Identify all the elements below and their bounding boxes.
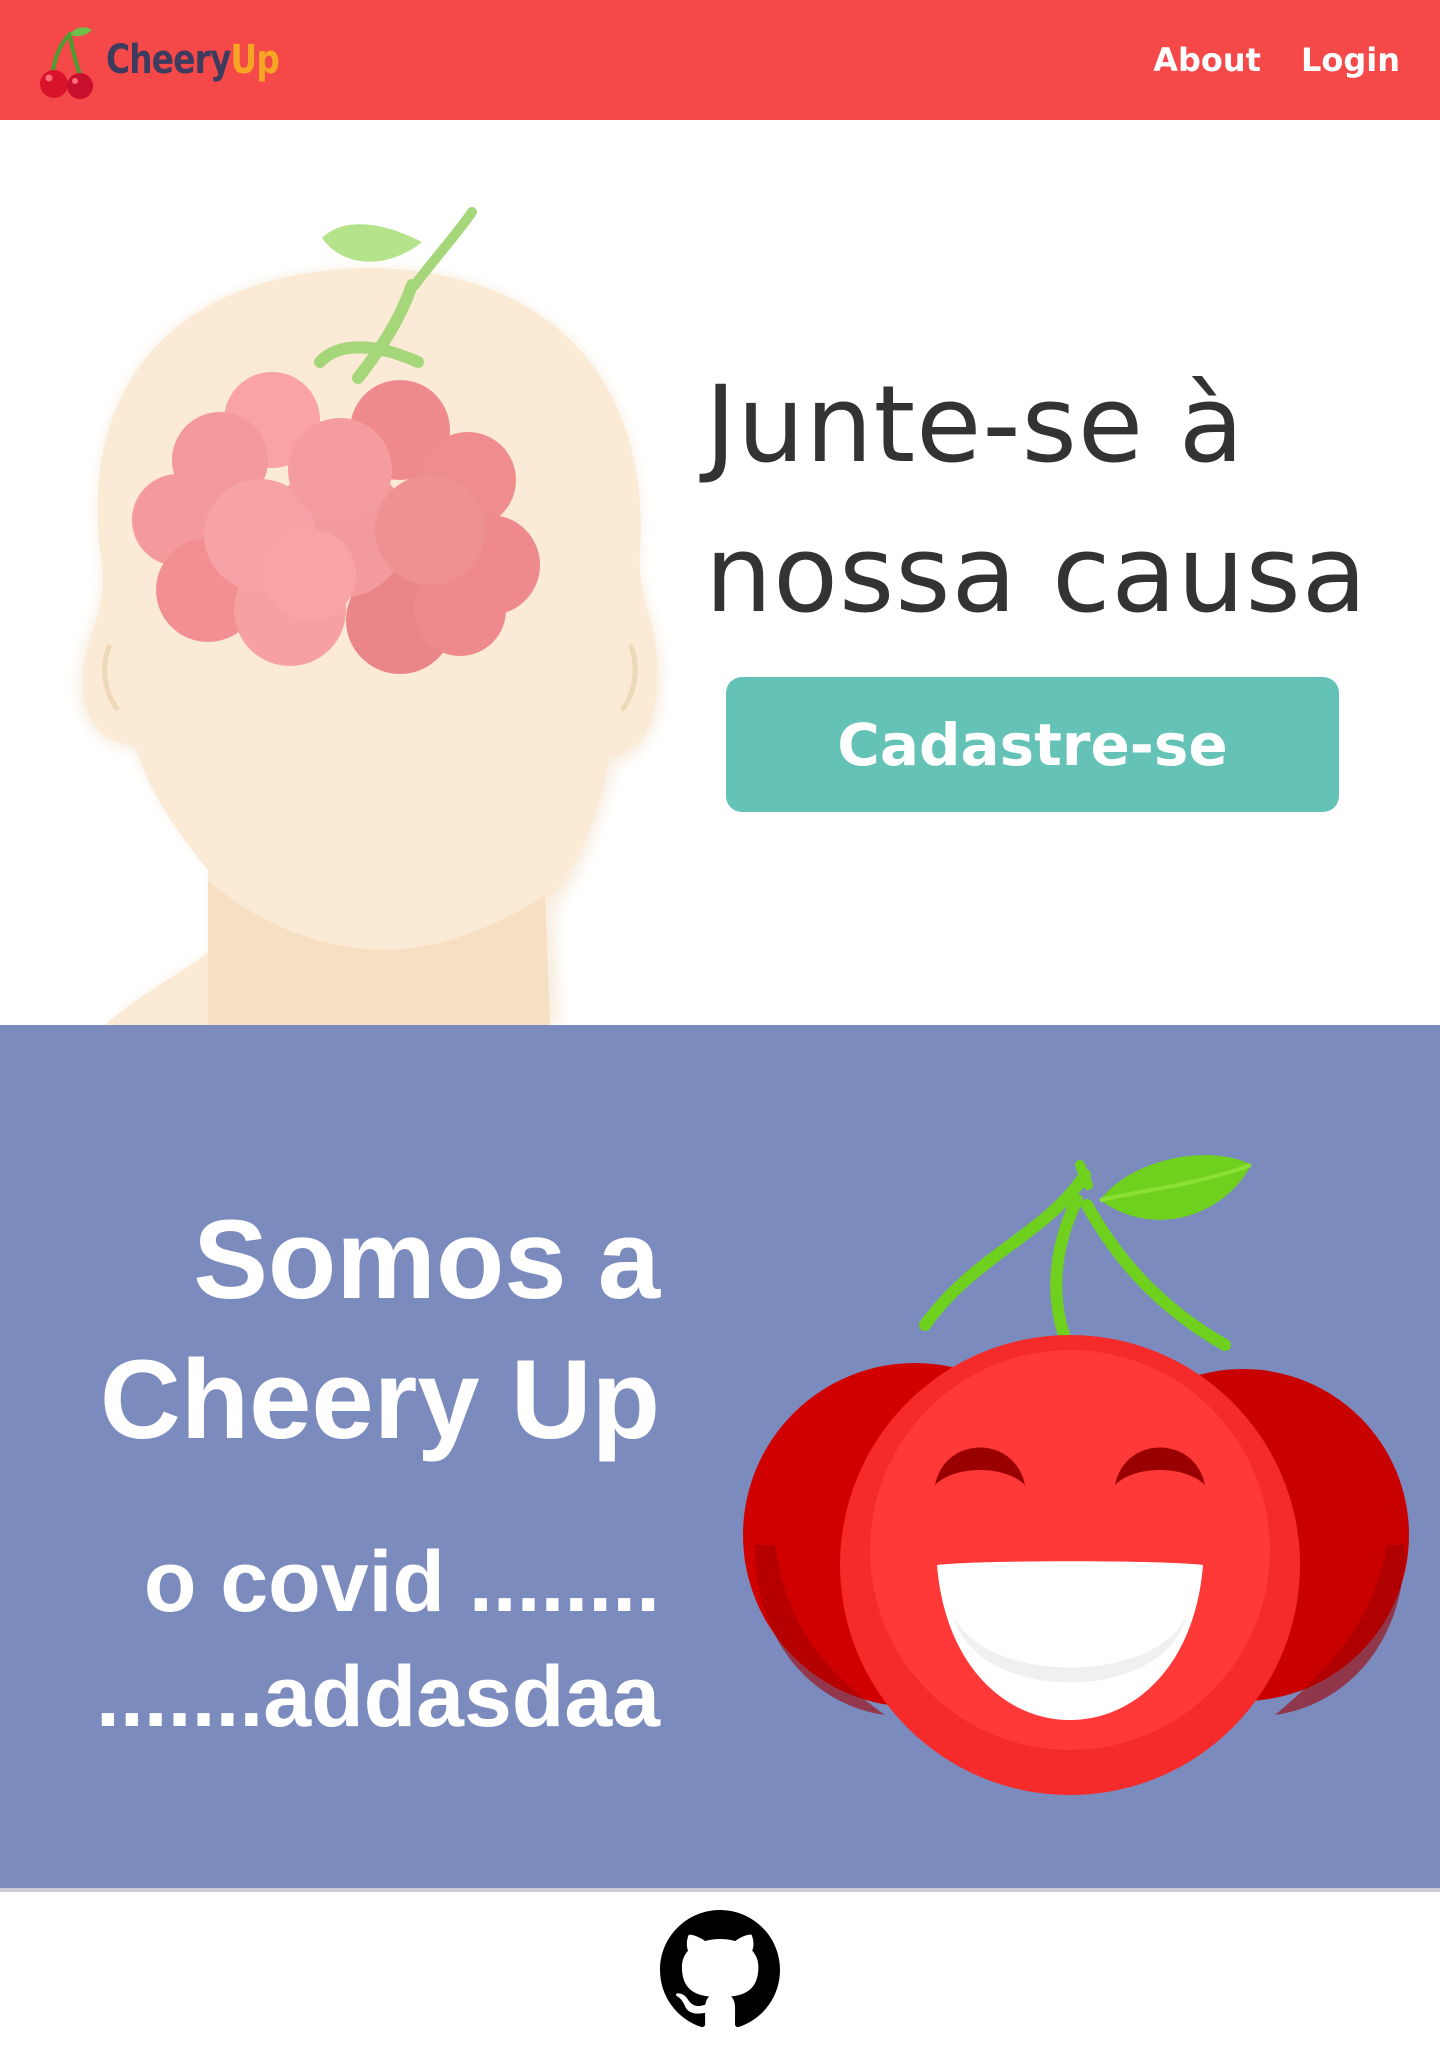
footer [0,1892,1440,2048]
brand-name-part2: Up [230,37,280,83]
brand-name-part1: Cheery [106,37,231,83]
about-text: o covid ........ .......addasdaa [0,1525,660,1755]
about-text-line2: .......addasdaa [96,1649,660,1745]
about-heading: Somos a Cheery Up [99,1197,660,1462]
github-link[interactable] [660,1910,780,2030]
nav-link-login[interactable]: Login [1301,41,1400,79]
hero-section: Junte-se à nossa causa Cadastre-se [0,120,1440,1025]
nav-links: About Login [1153,0,1400,120]
github-icon [660,1910,780,2028]
brand-name: CheeryUp [106,37,280,83]
cherry-logo-icon [40,27,93,99]
smiling-cherry-icon [743,1155,1409,1795]
head-with-brain-cherry-illustration [77,207,662,1025]
brand-logo-link[interactable]: CheeryUp [34,20,317,100]
hero-title: Junte-se à nossa causa [705,363,1368,636]
navbar: CheeryUp About Login [0,0,1440,120]
signup-button[interactable]: Cadastre-se [726,677,1339,812]
nav-link-about[interactable]: About [1153,41,1261,79]
about-text-line1: o covid ........ [143,1534,660,1630]
about-section: Somos a Cheery Up o covid ........ .....… [0,1025,1440,1892]
